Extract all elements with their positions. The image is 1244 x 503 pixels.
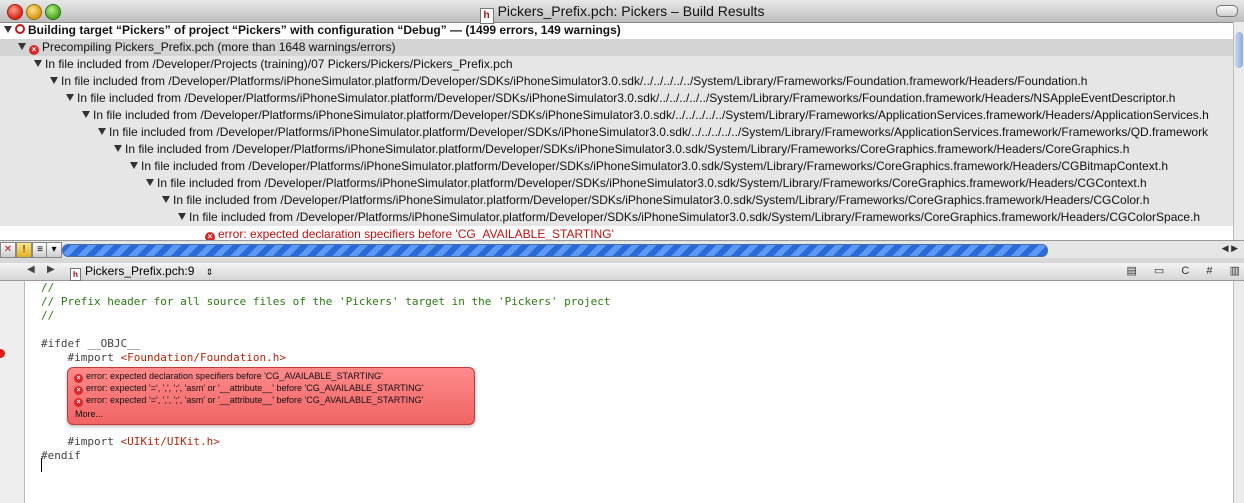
import-path: <Foundation/Foundation.h>	[120, 351, 287, 364]
editor-navigation-bar: ◀ ▶ h Pickers_Prefix.pch:9 ⇕ ▤ ▭ C # ▥	[0, 263, 1244, 281]
build-progress-bar: ✕ ! ≡ ▾ ◀ ▶	[0, 240, 1244, 260]
chevron-down-icon: ▾	[51, 244, 57, 255]
disclosure-triangle-icon[interactable]	[178, 213, 186, 220]
inline-error-bubble[interactable]: × error: expected declaration specifiers …	[67, 367, 475, 425]
result-row-label: In file included from /Developer/Platfor…	[93, 108, 1209, 122]
includes-menu[interactable]: #	[1206, 265, 1212, 277]
progress-track	[62, 244, 1048, 257]
result-row-include[interactable]: In file included from /Developer/Platfor…	[0, 73, 1234, 90]
result-row-include[interactable]: In file included from /Developer/Platfor…	[0, 90, 1234, 107]
result-row-include[interactable]: In file included from /Developer/Platfor…	[0, 192, 1234, 209]
import-path: <UIKit/UIKit.h>	[120, 435, 220, 448]
result-row-include[interactable]: In file included from /Developer/Platfor…	[0, 175, 1234, 192]
window-title: Pickers_Prefix.pch: Pickers – Build Resu…	[497, 3, 765, 19]
result-row-label: In file included from /Developer/Platfor…	[77, 91, 1176, 105]
disclosure-triangle-icon[interactable]	[146, 179, 154, 186]
bubble-error-text: error: expected declaration specifiers b…	[86, 371, 383, 381]
editor-scrollbar[interactable]	[1233, 281, 1244, 503]
navbar-right-controls: ▤ ▭ C # ▥	[1112, 264, 1240, 277]
disclosure-triangle-icon[interactable]	[34, 60, 42, 67]
more-errors-link[interactable]: More...	[68, 409, 474, 419]
updown-arrows-icon: ⇕	[205, 267, 214, 277]
scrollbar-thumb[interactable]	[1235, 32, 1243, 68]
disclosure-triangle-icon[interactable]	[162, 196, 170, 203]
result-row-include[interactable]: In file included from /Developer/Platfor…	[0, 209, 1234, 226]
bookmarks-icon[interactable]: ▤	[1126, 265, 1136, 277]
split-view-icon[interactable]: ▥	[1230, 265, 1240, 277]
error-icon: ×	[29, 45, 39, 55]
warnings-filter-button[interactable]: !	[16, 242, 32, 258]
errors-filter-button[interactable]: ✕	[0, 242, 16, 258]
disclosure-triangle-icon[interactable]	[18, 43, 26, 50]
arrow-right-icon[interactable]: ▶	[1231, 243, 1238, 253]
result-row-include[interactable]: In file included from /Developer/Platfor…	[0, 158, 1234, 175]
results-scrollbar[interactable]	[1233, 22, 1244, 240]
result-row-label: In file included from /Developer/Platfor…	[173, 193, 1150, 207]
disclosure-triangle-icon[interactable]	[114, 145, 122, 152]
bubble-error-text: error: expected '=', ',', ';', 'asm' or …	[86, 383, 424, 393]
arrow-left-icon[interactable]: ◀	[1222, 243, 1229, 253]
build-results-list: Building target “Pickers” of project “Pi…	[0, 22, 1234, 240]
code-editor[interactable]: // // Prefix header for all source files…	[0, 281, 1244, 503]
result-row-label: In file included from /Developer/Platfor…	[61, 74, 1088, 88]
filter-menu-button[interactable]: ▾	[46, 242, 62, 258]
file-popup-label: Pickers_Prefix.pch:9	[85, 264, 195, 278]
editor-gutter[interactable]	[0, 281, 25, 503]
progress-scroll-arrows[interactable]: ◀ ▶	[1222, 243, 1238, 254]
code-line: #endif	[41, 449, 81, 462]
result-row-build-target[interactable]: Building target “Pickers” of project “Pi…	[0, 22, 1234, 39]
file-history-popup[interactable]: h Pickers_Prefix.pch:9 ⇕	[70, 263, 214, 281]
error-marker-icon[interactable]	[0, 349, 5, 358]
code-line: //	[41, 309, 55, 322]
build-error-icon	[15, 24, 25, 34]
error-icon: ×	[205, 232, 215, 240]
window-titlebar: h Pickers_Prefix.pch: Pickers – Build Res…	[0, 0, 1244, 24]
warning-icon: !	[22, 244, 26, 255]
import-keyword: #import	[41, 351, 121, 364]
bubble-error-line[interactable]: × error: expected '=', ',', ';', 'asm' or…	[68, 394, 474, 407]
text-cursor	[41, 458, 42, 472]
result-row-include[interactable]: In file included from /Developer/Project…	[0, 56, 1234, 73]
result-row-label: In file included from /Developer/Project…	[45, 57, 513, 71]
code-line: //	[41, 281, 55, 294]
symbols-icon[interactable]: ▭	[1154, 265, 1164, 277]
disclosure-triangle-icon[interactable]	[98, 128, 106, 135]
code-line: // Prefix header for all source files of…	[41, 295, 611, 308]
window-title-area: h Pickers_Prefix.pch: Pickers – Build Res…	[0, 3, 1244, 24]
bubble-error-line[interactable]: × error: expected declaration specifiers …	[68, 370, 474, 383]
error-icon: ✕	[3, 244, 13, 255]
result-row-label: In file included from /Developer/Platfor…	[157, 176, 1147, 190]
code-line: #import <Foundation/Foundation.h>	[41, 351, 611, 365]
disclosure-triangle-icon[interactable]	[82, 111, 90, 118]
result-row-include[interactable]: In file included from /Developer/Platfor…	[0, 107, 1234, 124]
result-row-error[interactable]: × error: expected declaration specifiers …	[0, 226, 1234, 240]
result-row-include[interactable]: In file included from /Developer/Platfor…	[0, 124, 1234, 141]
result-row-label: Precompiling Pickers_Prefix.pch (more th…	[42, 40, 396, 54]
header-file-icon: h	[70, 268, 81, 281]
code-line: #ifdef __OBJC__	[41, 337, 141, 350]
result-row-precompiling[interactable]: × Precompiling Pickers_Prefix.pch (more t…	[0, 39, 1234, 56]
code-line: #import <UIKit/UIKit.h>	[41, 435, 611, 449]
disclosure-triangle-icon[interactable]	[4, 26, 12, 33]
disclosure-triangle-icon[interactable]	[66, 94, 74, 101]
result-row-include[interactable]: In file included from /Developer/Platfor…	[0, 141, 1234, 158]
result-row-label: Building target “Pickers” of project “Pi…	[28, 23, 621, 37]
list-icon: ≡	[37, 244, 43, 255]
disclosure-triangle-icon[interactable]	[130, 162, 138, 169]
import-keyword: #import	[41, 435, 121, 448]
error-icon: ×	[74, 398, 83, 407]
result-row-label: In file included from /Developer/Platfor…	[125, 142, 1130, 156]
result-row-label: In file included from /Developer/Platfor…	[189, 210, 1201, 224]
result-row-label: In file included from /Developer/Platfor…	[141, 159, 1169, 173]
bubble-error-line[interactable]: × error: expected '=', ',', ';', 'asm' or…	[68, 382, 474, 395]
counterpart-menu[interactable]: C	[1181, 265, 1189, 277]
disclosure-triangle-icon[interactable]	[50, 77, 58, 84]
bubble-error-text: error: expected '=', ',', ';', 'asm' or …	[86, 395, 424, 405]
back-arrow-icon[interactable]: ◀	[27, 264, 35, 275]
forward-arrow-icon[interactable]: ▶	[47, 264, 55, 275]
result-row-label: In file included from /Developer/Platfor…	[109, 125, 1209, 139]
result-row-label: error: expected declaration specifiers b…	[218, 227, 614, 240]
toolbar-toggle-button[interactable]	[1216, 5, 1238, 17]
